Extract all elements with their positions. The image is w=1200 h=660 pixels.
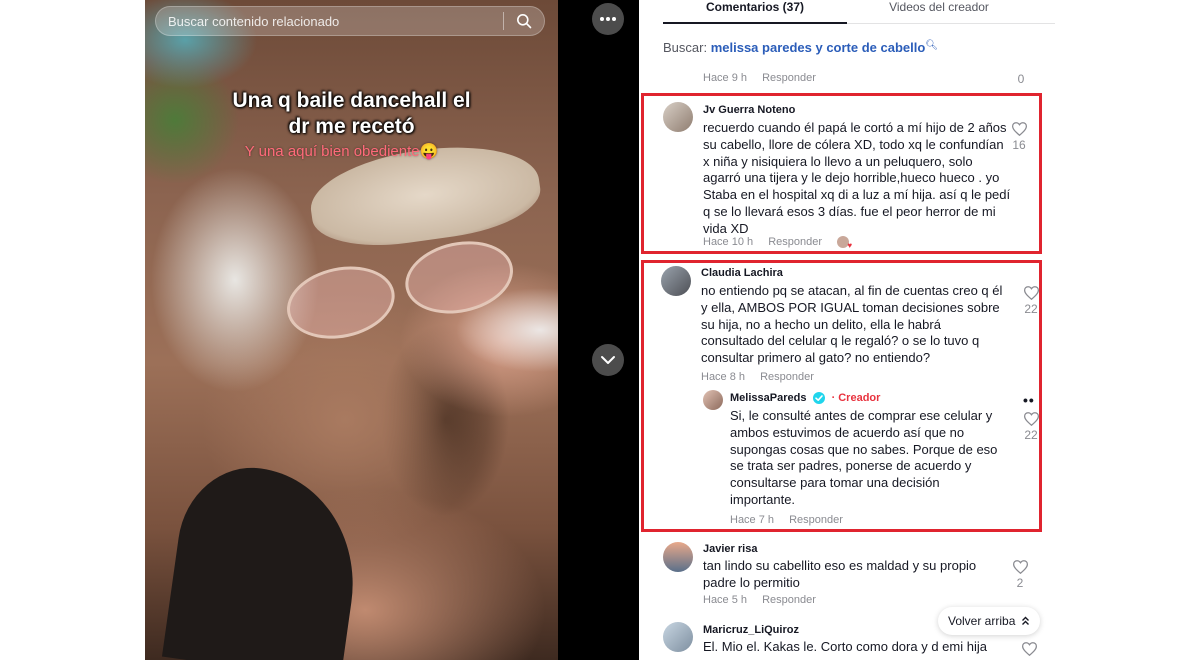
tab-creator-videos[interactable]: Videos del creador [847, 0, 1031, 24]
next-video-button[interactable] [592, 344, 624, 376]
reply-button[interactable]: Responder [762, 594, 816, 606]
like-button[interactable]: 2 [1010, 560, 1030, 590]
video-caption: Una q baile dancehall el dr me recetó Y … [145, 88, 558, 160]
caption-line-2: dr me recetó [288, 115, 415, 138]
heart-icon [1012, 560, 1028, 574]
search-icon [517, 14, 532, 29]
reply-button[interactable]: Responder [762, 72, 816, 84]
search-icon: 🔍︎ [925, 40, 939, 51]
panel-tabs: Comentarios (37) Videos del creador [663, 0, 1055, 24]
related-search-bar [155, 6, 545, 36]
like-count: 2 [1016, 576, 1024, 590]
back-to-top-button[interactable]: Volver arriba [938, 607, 1041, 635]
video-frame-decor [280, 231, 520, 349]
related-search-link[interactable]: melissa paredes y corte de cabello [711, 40, 926, 55]
search-button[interactable] [504, 7, 544, 35]
like-count: 0 [1017, 72, 1025, 86]
heart-icon [1021, 642, 1037, 656]
tab-comments[interactable]: Comentarios (37) [663, 0, 847, 24]
comment-line: El. Mio el. Kakas le. Corto como dora y … [703, 639, 987, 654]
like-button[interactable] [1019, 642, 1039, 658]
more-options-button[interactable] [592, 3, 624, 35]
comment-time: Hace 9 h [703, 72, 748, 84]
comment-item: Javier risa tan lindo su cabellito eso e… [663, 542, 1033, 608]
avatar[interactable] [663, 542, 693, 572]
more-icon [600, 17, 616, 21]
comment-line: padre lo permitio [703, 574, 800, 590]
comment-username[interactable]: Javier risa [703, 543, 757, 555]
chevron-down-icon [601, 356, 615, 364]
comment-text: tan lindo su cabellito eso es maldad y s… [703, 558, 976, 592]
video-frame-decor [161, 458, 369, 660]
comment-text: El. Mio el. Kakas le. Corto como dora y … [703, 639, 987, 656]
video-gutter [558, 0, 639, 660]
comment-username[interactable]: Maricruz_LiQuiroz [703, 624, 799, 636]
comment-time: Hace 5 h [703, 594, 748, 606]
related-search-input[interactable] [156, 7, 503, 35]
highlight-box [641, 260, 1042, 532]
avatar[interactable] [663, 622, 693, 652]
comment-line: tan lindo su cabellito eso es maldad y s… [703, 558, 977, 573]
arrow-up-icon [1022, 616, 1030, 625]
related-search-suggestion: Buscar: melissa paredes y corte de cabel… [663, 40, 938, 55]
related-search-label: Buscar: [663, 40, 708, 55]
caption-subtitle: Y una aquí bien obediente😛 [244, 143, 439, 160]
highlight-box [641, 93, 1042, 254]
comment-meta: Hace 5 h Responder [703, 594, 816, 606]
back-to-top-label: Volver arriba [948, 614, 1016, 628]
caption-line-1: Una q baile dancehall el [232, 89, 471, 112]
comment-meta: Hace 9 h Responder [703, 72, 816, 84]
